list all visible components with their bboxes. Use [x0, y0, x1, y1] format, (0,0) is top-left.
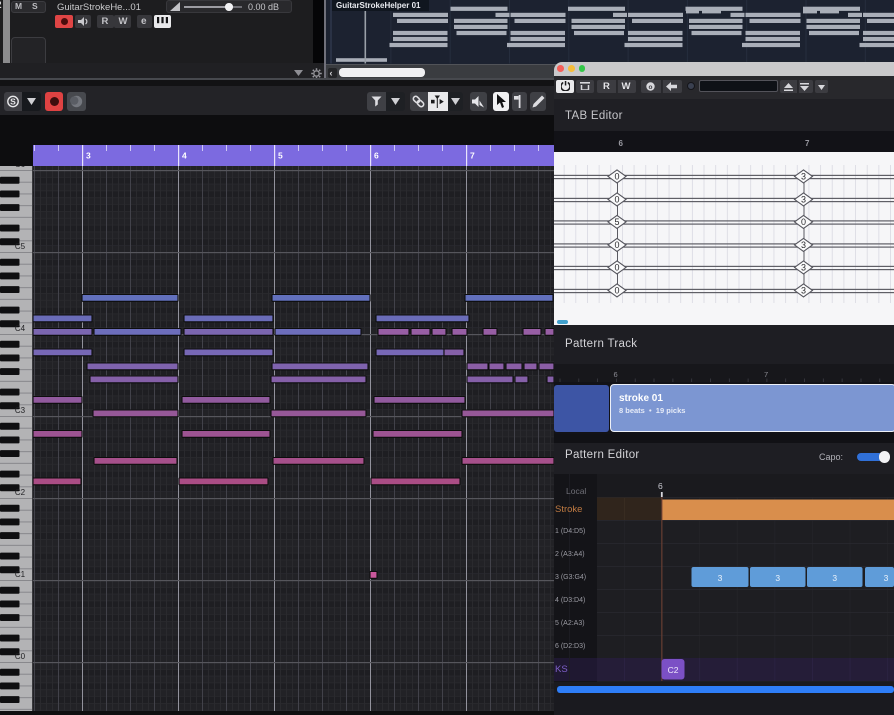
svg-text:5: 5 [278, 151, 283, 161]
svg-text:3: 3 [801, 172, 806, 182]
svg-text:0: 0 [614, 263, 619, 273]
svg-text:0: 0 [614, 286, 619, 296]
svg-text:7: 7 [470, 151, 475, 161]
svg-text:0: 0 [801, 217, 806, 227]
svg-text:C6: C6 [15, 166, 26, 169]
svg-text:4: 4 [182, 151, 187, 161]
svg-text:3: 3 [718, 573, 723, 583]
svg-text:3: 3 [775, 573, 780, 583]
svg-text:3: 3 [801, 286, 806, 296]
svg-text:C1: C1 [15, 570, 26, 579]
svg-text:C3: C3 [15, 406, 26, 415]
svg-text:5: 5 [614, 217, 619, 227]
svg-text:C0: C0 [15, 652, 26, 661]
svg-text:S: S [10, 97, 16, 107]
svg-text:C5: C5 [15, 242, 26, 251]
svg-text:6: 6 [374, 151, 379, 161]
svg-text:3: 3 [884, 573, 889, 583]
svg-text:0: 0 [614, 195, 619, 205]
svg-text:0: 0 [614, 240, 619, 250]
svg-text:3: 3 [86, 151, 91, 161]
svg-text:3: 3 [801, 240, 806, 250]
svg-text:3: 3 [801, 263, 806, 273]
svg-text:C4: C4 [15, 324, 26, 333]
svg-text:C2: C2 [15, 488, 26, 497]
svg-text:C2: C2 [668, 665, 679, 675]
svg-text:3: 3 [801, 195, 806, 205]
svg-text:o: o [649, 84, 653, 91]
svg-text:0: 0 [614, 172, 619, 182]
svg-text:3: 3 [832, 573, 837, 583]
